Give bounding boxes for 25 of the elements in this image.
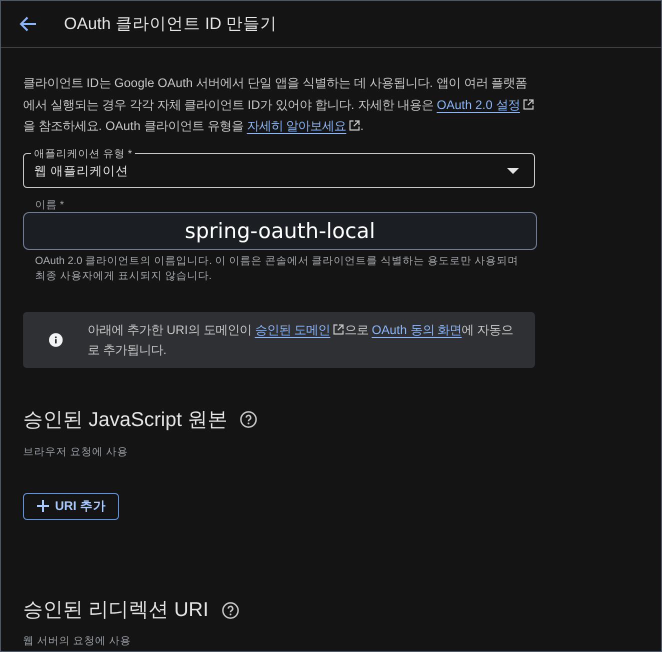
dropdown-caret-icon	[507, 168, 519, 174]
info-icon	[49, 332, 63, 348]
section-description: 브라우저 요청에 사용	[23, 444, 129, 458]
text-link[interactable]: 승인된 도메인	[254, 322, 344, 336]
section-heading: 승인된 리디렉션 URI	[23, 598, 209, 623]
back-arrow-icon[interactable]	[18, 14, 38, 34]
help-icon[interactable]	[222, 602, 239, 618]
plus-icon	[37, 500, 49, 512]
external-link-icon	[333, 324, 344, 334]
text-link[interactable]: OAuth 동의 화면	[372, 322, 462, 336]
intro-text: 클라이언트 ID는 Google OAuth 서버에서 단일 앱을 식별하는 데 사용됩니다. 앱이 여러 플랫폼에서 실행되는 경우 각각 자체 클라이언트 ID가 있어야 합니다. 자세한 내용은 OAuth 2.0 설정 을 참조하세요. OAuth 클라이언트 유형을 자세히 알아보세요 .	[23, 73, 535, 138]
help-icon[interactable]	[240, 411, 258, 428]
page-title: OAuth 클라이언트 ID 만들기	[64, 14, 278, 35]
application-type-select[interactable]: 애플리케이션 유형 * 웹 애플리케이션	[23, 146, 535, 188]
section-description: 웹 서버의 요청에 사용	[23, 634, 132, 648]
section-heading: 승인된 JavaScript 원본	[23, 408, 228, 432]
field-label: 이름 *	[35, 198, 66, 212]
field-hint: OAuth 2.0 클라이언트의 이름입니다. 이 이름은 콘솔에서 클라이언트를 식별하는 용도로만 사용되며 최종 사용자에게 표시되지 않습니다.	[35, 254, 520, 284]
text-link[interactable]: 자세히 알아보세요	[246, 119, 360, 133]
name-input[interactable]: spring-oauth-local	[23, 212, 537, 250]
external-link-icon	[522, 98, 534, 110]
external-link-icon	[349, 120, 360, 131]
add-uri-button[interactable]: URI 추가	[23, 492, 119, 520]
text-link[interactable]: OAuth 2.0 설정	[436, 98, 534, 112]
info-text: 아래에 추가한 URI의 도메인이 승인된 도메인 으로 OAuth 동의 화면에 자동으로 추가됩니다.	[88, 322, 514, 358]
